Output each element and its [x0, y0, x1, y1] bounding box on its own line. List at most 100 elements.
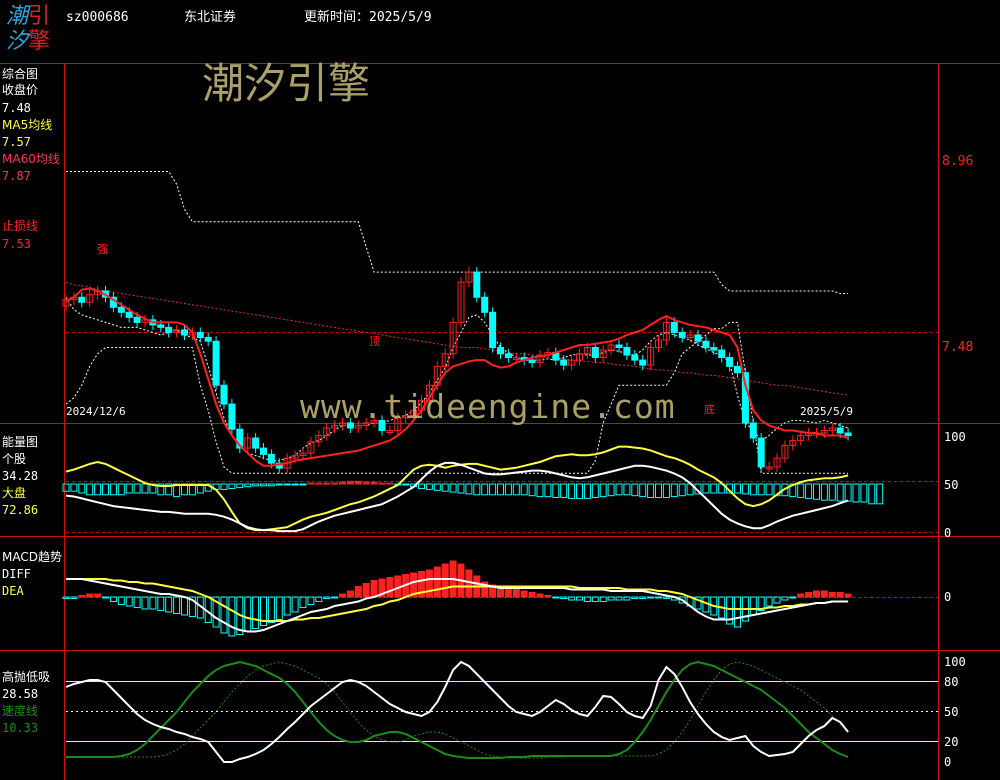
- macd-bar-down: [655, 596, 662, 599]
- energy-bar-down: [544, 483, 552, 498]
- watermark-brand: 潮汐引擎: [202, 59, 371, 108]
- macd-bar-down: [133, 596, 141, 608]
- macd-bar-down: [125, 596, 133, 607]
- energy-bar-down: [583, 483, 591, 499]
- energy-tick-label: 100: [944, 430, 966, 444]
- energy-bar-up: [323, 482, 331, 485]
- candle-down: [844, 432, 852, 437]
- energy-bar-down: [741, 483, 749, 495]
- macd-bar-up: [828, 592, 836, 598]
- macd-bar-down: [228, 596, 236, 637]
- energy-bar-down: [820, 483, 828, 501]
- energy-bar-down: [749, 483, 757, 496]
- energy-bar-down: [836, 483, 844, 502]
- candle-down: [836, 427, 844, 434]
- upper-band-line: [66, 171, 849, 294]
- candle-down: [726, 357, 734, 367]
- energy-bar-down: [228, 483, 236, 489]
- p4-title: 高抛低吸: [2, 670, 51, 684]
- p1-ma5-value: 7.57: [2, 135, 31, 149]
- macd-bar-down: [149, 596, 157, 610]
- macd-bar-down: [765, 596, 773, 607]
- p1-date-start: 2024/12/6: [66, 405, 126, 418]
- energy-bar-down: [433, 483, 441, 491]
- energy-bar-down: [528, 483, 536, 497]
- energy-bar-down: [552, 483, 560, 498]
- macd-bar-up: [425, 569, 433, 598]
- macd-bar-up: [520, 590, 528, 598]
- macd-bar-up: [339, 593, 346, 598]
- p4-speed-label: 速度线: [2, 704, 39, 718]
- energy-bar-up: [354, 480, 362, 485]
- energy-tick-label: 0: [944, 526, 951, 540]
- candle-down: [749, 422, 757, 439]
- energy-bar-down: [260, 483, 267, 487]
- candle-down: [718, 349, 726, 359]
- candle-down: [196, 331, 204, 338]
- energy-bar-down: [109, 483, 117, 496]
- candle-down: [228, 403, 236, 430]
- energy-bar-down: [473, 483, 481, 496]
- energy-bar-down: [449, 483, 457, 493]
- stock-code: sz000686: [66, 10, 129, 25]
- p1-ma5-label: MA5均线: [2, 118, 53, 132]
- energy-bar-down: [78, 483, 86, 494]
- energy-bar-down: [702, 483, 710, 494]
- candle-down: [615, 344, 623, 349]
- p4-value: 28.58: [2, 687, 39, 701]
- energy-bar-down: [868, 483, 876, 505]
- energy-bar-down: [536, 483, 544, 498]
- energy-bar-down: [615, 483, 623, 496]
- macd-bar-down: [781, 596, 789, 601]
- energy-bar-up: [331, 482, 339, 485]
- macd-bar-down: [157, 596, 165, 611]
- energy-bar-down: [86, 483, 94, 496]
- candle-down: [489, 311, 497, 349]
- candle-down: [252, 437, 260, 449]
- macd-bar-down: [267, 596, 275, 623]
- macd-bar-up: [433, 566, 441, 598]
- energy-bar-down: [70, 483, 78, 492]
- p3-dea-label: DEA: [2, 584, 24, 598]
- energy-bar-down: [291, 483, 299, 486]
- macd-bar-up: [94, 593, 102, 598]
- candle-down: [220, 384, 228, 405]
- energy-bar-down: [520, 483, 528, 496]
- macd-bar-up: [465, 569, 473, 598]
- energy-bar-down: [418, 483, 425, 489]
- p4-speed-value: 10.33: [2, 721, 39, 735]
- candle-down: [528, 359, 536, 364]
- p2-stock-value: 34.28: [2, 469, 39, 483]
- macd-bar-down: [568, 596, 576, 601]
- energy-bar-down: [267, 483, 275, 487]
- hilo-tick-label: 0: [944, 755, 951, 769]
- candle-down: [212, 340, 220, 386]
- energy-bar-down: [623, 483, 631, 496]
- macd-bar-up: [805, 592, 813, 598]
- candle-down: [702, 340, 710, 349]
- energy-bar-down: [283, 483, 291, 486]
- energy-bar-up: [370, 481, 378, 485]
- macd-bar-up: [441, 563, 449, 598]
- p1-title: 综合图: [2, 67, 39, 81]
- logo-char-3: 汐: [6, 29, 29, 54]
- candle-down: [260, 447, 267, 455]
- candle-down: [204, 336, 212, 342]
- candle-down: [639, 359, 647, 366]
- macd-bar-up: [544, 595, 552, 598]
- energy-tick-label: 50: [944, 478, 958, 492]
- panel-macd: [62, 560, 938, 637]
- energy-bar-down: [599, 483, 607, 498]
- macd-bar-up: [78, 595, 86, 598]
- candle-down: [125, 311, 133, 318]
- hilo-tick-label: 100: [944, 655, 966, 669]
- macd-bar-down: [117, 596, 125, 605]
- energy-bar-down: [647, 483, 655, 498]
- watermark-url: www.tideengine.com: [300, 387, 676, 426]
- energy-bar-down: [425, 483, 433, 490]
- energy-bar-down: [765, 483, 773, 496]
- macd-bar-up: [820, 590, 828, 598]
- hilo-tick-label: 80: [944, 675, 958, 689]
- energy-bar-down: [504, 483, 512, 496]
- energy-bar-down: [125, 483, 133, 494]
